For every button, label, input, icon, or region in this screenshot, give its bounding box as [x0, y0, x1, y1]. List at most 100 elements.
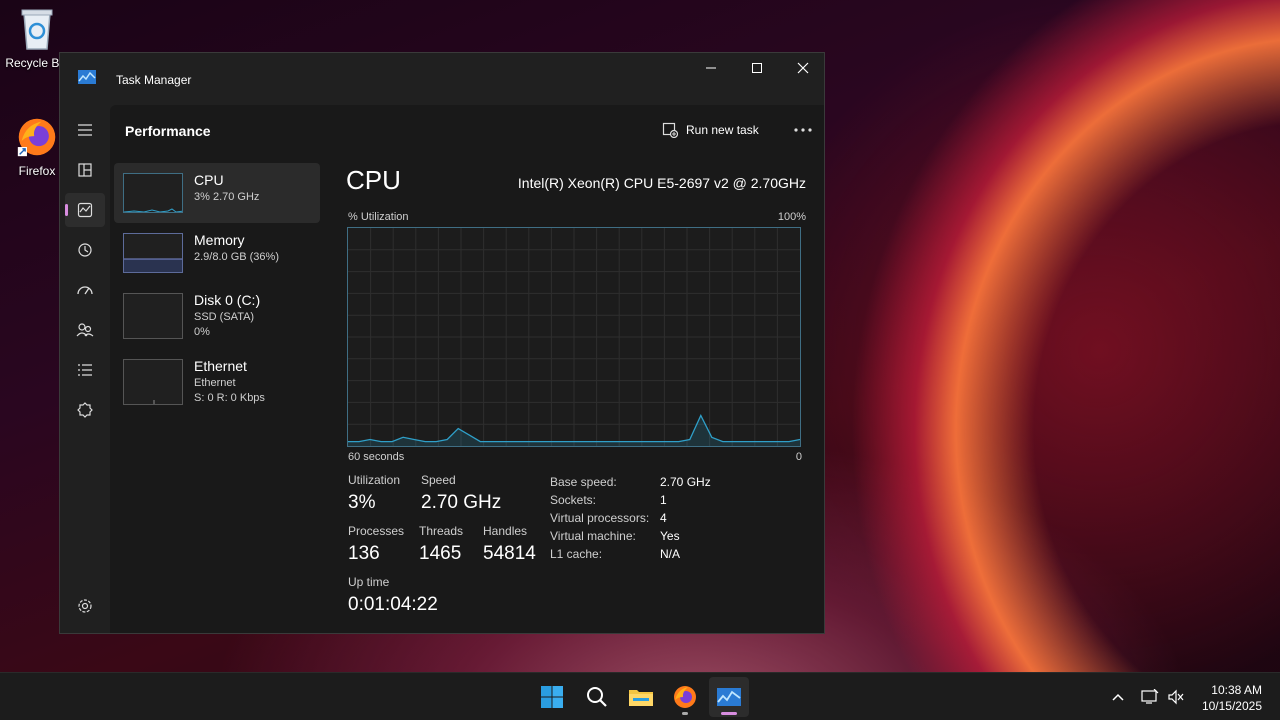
resource-name: Memory — [194, 232, 245, 248]
spec-row: Sockets: 1 — [550, 491, 711, 509]
spec-value: 2.70 GHz — [660, 475, 711, 489]
stat-label: Utilization — [348, 473, 401, 487]
stat-label: Handles — [483, 524, 528, 538]
start-icon — [541, 686, 563, 708]
hamburger-menu-button[interactable] — [65, 113, 105, 147]
close-icon — [797, 62, 809, 74]
nav-app-history[interactable] — [65, 233, 105, 267]
nav-performance[interactable] — [65, 193, 105, 227]
resource-detail: Ethernet — [194, 377, 236, 389]
spec-value: 4 — [660, 511, 667, 525]
network-icon — [1141, 689, 1159, 704]
network-button[interactable] — [1138, 673, 1162, 720]
disk-thumbnail-graph — [123, 293, 183, 339]
spec-row: Virtual processors: 4 — [550, 509, 711, 527]
spec-key: Base speed: — [550, 475, 617, 489]
nav-services[interactable] — [65, 393, 105, 427]
time-span-label: 60 seconds — [348, 451, 405, 463]
resource-detail: 3% 2.70 GHz — [194, 191, 260, 203]
utilization-max-label: 100% — [777, 211, 806, 223]
cpu-heading: CPU — [346, 165, 401, 195]
volume-button[interactable] — [1164, 673, 1188, 720]
spec-key: L1 cache: — [550, 547, 603, 561]
recycle-bin-icon — [16, 6, 58, 52]
resource-list: CPU 3% 2.70 GHz Memory 2.9/8.0 GB (36%) … — [114, 163, 320, 409]
stat-value: 0:01:04:22 — [348, 594, 438, 615]
performance-icon — [77, 202, 93, 218]
users-icon — [76, 323, 94, 337]
stat-threads: Threads 1465 — [419, 524, 463, 565]
content-header: Performance Run new task — [110, 105, 824, 157]
resource-item-memory[interactable]: Memory 2.9/8.0 GB (36%) — [114, 223, 320, 283]
resource-detail: SSD (SATA) — [194, 311, 255, 323]
time-end-label: 0 — [795, 451, 802, 463]
resource-name: Ethernet — [194, 358, 247, 374]
firefox-icon — [16, 114, 58, 160]
minimize-icon — [706, 67, 716, 69]
stat-value: 54814 — [483, 543, 536, 564]
file-explorer-icon — [629, 690, 653, 706]
stat-processes: Processes 136 — [348, 524, 404, 565]
resource-name: Disk 0 (C:) — [194, 292, 261, 308]
run-new-task-button[interactable]: Run new task — [662, 122, 759, 138]
startup-apps-icon — [77, 286, 93, 295]
ethernet-thumbnail-graph — [123, 359, 183, 405]
settings-button[interactable] — [65, 589, 105, 623]
resource-name: CPU — [194, 172, 224, 188]
clock-time: 10:38 AM — [1211, 683, 1262, 697]
cpu-thumbnail-graph — [123, 173, 183, 213]
clock-date: 10/15/2025 — [1201, 699, 1262, 713]
show-hidden-icons-button[interactable] — [1106, 673, 1130, 720]
window-title: Task Manager — [116, 73, 192, 87]
spec-row: Base speed: 2.70 GHz — [550, 473, 711, 491]
spec-row: L1 cache: N/A — [550, 545, 711, 563]
resource-item-disk[interactable]: Disk 0 (C:) SSD (SATA) 0% — [114, 283, 320, 343]
close-button[interactable] — [780, 53, 826, 83]
spec-key: Virtual machine: — [550, 529, 636, 543]
firefox-taskbar-button[interactable] — [665, 677, 705, 717]
nav-details[interactable] — [65, 353, 105, 387]
spec-value: N/A — [660, 547, 681, 561]
file-explorer-button[interactable] — [621, 677, 661, 717]
cpu-graph-svg — [348, 228, 801, 446]
page-title: Performance — [125, 123, 211, 139]
start-button[interactable] — [532, 677, 572, 717]
spec-key: Virtual processors: — [550, 511, 650, 525]
nav-processes[interactable] — [65, 153, 105, 187]
app-history-icon — [78, 243, 92, 257]
stat-uptime: Up time 0:01:04:22 — [348, 575, 438, 616]
navigation-rail — [60, 105, 110, 633]
maximize-icon — [752, 63, 762, 73]
maximize-button[interactable] — [734, 53, 780, 83]
spec-value: Yes — [660, 529, 680, 543]
resource-item-cpu[interactable]: CPU 3% 2.70 GHz — [114, 163, 320, 223]
task-manager-taskbar-button[interactable] — [709, 677, 749, 717]
search-icon — [587, 687, 607, 707]
nav-startup-apps[interactable] — [65, 273, 105, 307]
more-options-button[interactable] — [788, 117, 818, 143]
search-button[interactable] — [577, 677, 617, 717]
menu-icon — [78, 124, 92, 136]
resource-detail: 2.9/8.0 GB (36%) — [194, 251, 279, 263]
cpu-model: Intel(R) Xeon(R) CPU E5-2697 v2 @ 2.70GH… — [517, 175, 806, 191]
performance-page: Performance Run new task CPU 3% 2.70 GHz — [110, 105, 824, 633]
memory-thumbnail-graph — [123, 233, 183, 273]
minimize-button[interactable] — [688, 53, 734, 83]
chevron-up-icon — [1112, 693, 1124, 701]
settings-icon — [78, 599, 92, 613]
stat-label: Speed — [421, 473, 456, 487]
taskbar: 10:38 AM 10/15/2025 — [0, 672, 1280, 720]
clock[interactable]: 10:38 AM 10/15/2025 — [1202, 682, 1262, 714]
resource-throughput: S: 0 R: 0 Kbps — [194, 392, 265, 404]
stat-label: Up time — [348, 575, 390, 589]
stat-label: Processes — [348, 524, 405, 538]
nav-users[interactable] — [65, 313, 105, 347]
resource-item-ethernet[interactable]: Ethernet Ethernet S: 0 R: 0 Kbps — [114, 349, 320, 409]
title-bar[interactable]: Task Manager — [60, 53, 824, 105]
stat-value: 2.70 GHz — [421, 492, 502, 513]
stat-speed: Speed 2.70 GHz — [421, 473, 501, 514]
processes-icon — [78, 163, 92, 177]
services-icon — [77, 402, 93, 418]
stat-handles: Handles 54814 — [483, 524, 536, 565]
stat-utilization: Utilization 3% — [348, 473, 400, 514]
